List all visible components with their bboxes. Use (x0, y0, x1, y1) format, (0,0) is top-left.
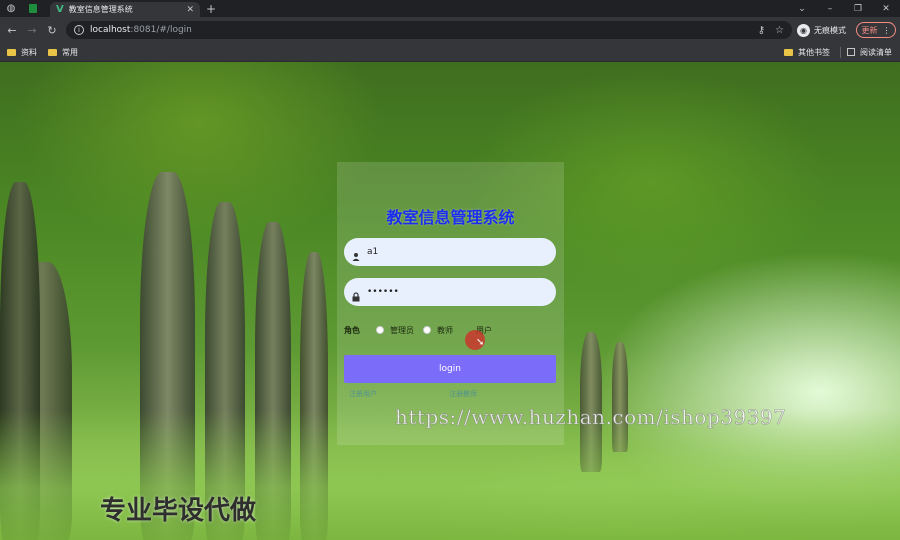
password-input[interactable] (367, 287, 537, 297)
reading-list-icon (847, 48, 855, 56)
folder-icon (784, 48, 793, 56)
back-button[interactable]: ← (2, 24, 22, 37)
bookmark-label: 阅读清单 (860, 47, 892, 57)
bookmark-label: 其他书签 (798, 47, 830, 57)
login-title: 教室信息管理系统 (386, 208, 515, 227)
username-input[interactable] (367, 247, 537, 257)
vue-icon: V (56, 4, 64, 15)
role-radio-teacher[interactable]: 教师 (423, 325, 453, 336)
bookmark-divider (840, 46, 841, 58)
tab-strip: ◍ V 教室信息管理系统 ✕ + ⌄ – ❐ ✕ (0, 0, 900, 17)
register-teacher-link[interactable]: 注册教师 (449, 389, 477, 399)
password-field[interactable] (344, 278, 556, 306)
update-label: 更新 (861, 25, 878, 35)
star-icon[interactable]: ☆ (775, 25, 784, 36)
minimize-button[interactable]: – (816, 4, 844, 14)
incognito-icon: ◉ (797, 23, 810, 37)
sheet-icon (29, 4, 37, 13)
role-label: 角色 (344, 325, 360, 335)
bookmark-label: 常用 (62, 47, 78, 57)
register-user-link[interactable]: 注册用户 (349, 390, 377, 398)
pointer-icon: ➘ (476, 337, 485, 348)
page-viewport: 教室信息管理系统 角色 管理员 教师 用 (0, 62, 900, 540)
lock-icon (351, 287, 361, 302)
user-icon (351, 247, 361, 261)
pinned-tab-sheet[interactable] (22, 0, 44, 17)
menu-icon[interactable]: ⋮ (883, 26, 891, 35)
url-path: :8081/#/login (130, 25, 192, 35)
bookmark-folder-materials[interactable]: 资料 (7, 47, 37, 58)
radio-label: 教师 (437, 325, 453, 335)
bookmarks-bar: 资料 常用 其他书签 阅读清单 (0, 43, 900, 62)
reload-button[interactable]: ↻ (42, 24, 62, 37)
close-window-button[interactable]: ✕ (872, 4, 900, 14)
info-icon[interactable]: i (74, 25, 84, 35)
incognito-profile[interactable]: ◉ 无痕模式 (797, 22, 846, 38)
key-icon[interactable]: ⚷ (758, 25, 765, 36)
globe-icon: ◍ (6, 3, 16, 14)
slogan-text: 专业毕设代做 (100, 496, 257, 526)
folder-icon (48, 48, 57, 56)
tab-close-icon[interactable]: ✕ (186, 5, 194, 15)
radio-circle[interactable] (376, 326, 384, 334)
bookmark-other[interactable]: 其他书签 (784, 47, 830, 58)
login-button[interactable]: login (344, 355, 556, 383)
update-button[interactable]: 更新 ⋮ (856, 22, 896, 38)
radio-circle[interactable] (423, 326, 431, 334)
register-links: 注册用户 注册教师 (349, 389, 554, 399)
role-radio-admin[interactable]: 管理员 (376, 325, 414, 336)
new-tab-button[interactable]: + (206, 1, 216, 17)
browser-toolbar: ← → ↻ i localhost:8081/#/login ⚷ ☆ ◉ 无痕模… (0, 17, 900, 43)
login-panel: 教室信息管理系统 角色 管理员 教师 用 (337, 162, 564, 445)
folder-icon (7, 48, 16, 56)
bookmarks-right: 其他书签 阅读清单 (777, 43, 896, 61)
bookmark-label: 资料 (21, 47, 37, 57)
address-bar[interactable]: i localhost:8081/#/login ⚷ ☆ (66, 21, 792, 39)
tab-search-icon[interactable]: ⌄ (788, 4, 816, 14)
restore-button[interactable]: ❐ (844, 4, 872, 14)
window-controls: ⌄ – ❐ ✕ (788, 0, 900, 17)
username-field[interactable] (344, 238, 556, 266)
tab-active[interactable]: V 教室信息管理系统 ✕ (50, 2, 200, 17)
url-host: localhost (90, 25, 131, 35)
pinned-tab-globe[interactable]: ◍ (0, 0, 22, 17)
watermark-text: https://www.huzhan.com/ishop39397 (395, 405, 787, 430)
forward-button[interactable]: → (22, 24, 42, 37)
reading-list[interactable]: 阅读清单 (847, 47, 892, 58)
profile-label: 无痕模式 (814, 25, 846, 35)
tab-title: 教室信息管理系统 (68, 5, 133, 14)
radio-label: 管理员 (390, 325, 414, 335)
bookmark-folder-common[interactable]: 常用 (48, 47, 78, 58)
